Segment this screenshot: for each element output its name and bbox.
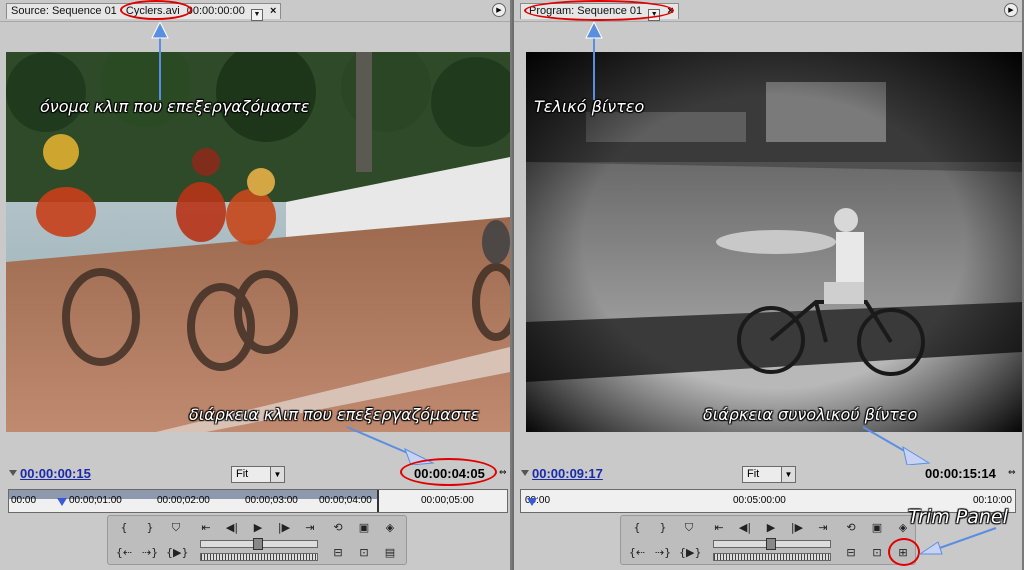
arrow-to-program-tab bbox=[585, 22, 603, 100]
export-frame-icon[interactable]: ▤ bbox=[380, 544, 400, 562]
loop-icon[interactable]: ⟲ bbox=[328, 519, 348, 537]
source-time-ruler[interactable]: 00:00 00:00;01:00 00:00;02:00 00:00;03:0… bbox=[8, 489, 508, 513]
clip-name-highlight bbox=[120, 0, 192, 20]
ruler-label: 00:10:00 bbox=[973, 495, 1012, 506]
set-marker-icon[interactable]: ⛉ bbox=[679, 519, 699, 537]
ruler-label: 00:00;04:00 bbox=[319, 495, 372, 506]
program-fit-value: Fit bbox=[747, 468, 760, 480]
source-duration: 00:00:04:05 bbox=[414, 466, 485, 481]
safe-margin-icon[interactable]: ⇔ bbox=[1008, 468, 1016, 478]
step-to-previous-marker-icon[interactable]: ⇤ bbox=[196, 519, 216, 537]
step-back-icon[interactable]: ◀| bbox=[222, 519, 242, 537]
source-tab-title: Source: Sequence 01 bbox=[11, 5, 117, 17]
step-to-next-edit-icon[interactable]: ⇥ bbox=[813, 519, 833, 537]
source-fit-select[interactable]: Fit ▼ bbox=[231, 466, 285, 483]
trim-panel-annotation: Trim Panel bbox=[908, 506, 1008, 528]
panel-menu-icon[interactable]: ▶ bbox=[1004, 3, 1018, 17]
set-out-point-icon[interactable]: } bbox=[653, 519, 673, 537]
step-back-icon[interactable]: ◀| bbox=[735, 519, 755, 537]
program-video-frame: Τελικό βίντεο διάρκεια συνολικού βίντεο bbox=[526, 52, 1022, 432]
step-forward-icon[interactable]: |▶ bbox=[787, 519, 807, 537]
out-point-marker bbox=[377, 490, 379, 512]
loop-icon[interactable]: ⟲ bbox=[841, 519, 861, 537]
panel-menu-icon[interactable]: ▶ bbox=[492, 3, 506, 17]
safe-margins-icon[interactable]: ▣ bbox=[354, 519, 374, 537]
ruler-label: 00:00;01:00 bbox=[69, 495, 122, 506]
ruler-label: 00:00;05:00 bbox=[421, 495, 474, 506]
safe-margins-icon[interactable]: ▣ bbox=[867, 519, 887, 537]
output-icon[interactable]: ◈ bbox=[380, 519, 400, 537]
shuttle-thumb[interactable] bbox=[766, 538, 776, 550]
ruler-label: 00:00;03:00 bbox=[245, 495, 298, 506]
go-to-out-icon[interactable]: ⇢} bbox=[653, 544, 673, 562]
current-time-marker-icon bbox=[521, 470, 529, 476]
go-to-in-icon[interactable]: {⇠ bbox=[114, 544, 134, 562]
source-current-time[interactable]: 00:00:00:15 bbox=[20, 466, 91, 481]
program-transport-controls: { } ⛉ {⇠ ⇢} {▶} ⇤ ◀| ▶ |▶ ⇥ ⟲ ▣ ◈ ⊟ ⊡ ⊞ bbox=[620, 515, 916, 565]
set-in-point-icon[interactable]: { bbox=[627, 519, 647, 537]
play-icon[interactable]: ▶ bbox=[761, 519, 781, 537]
trim-panel-highlight bbox=[888, 538, 920, 566]
shuttle-thumb[interactable] bbox=[253, 538, 263, 550]
current-time-marker-icon bbox=[9, 470, 17, 476]
program-playhead-icon[interactable] bbox=[527, 498, 537, 508]
program-duration: 00:00:15:14 bbox=[925, 466, 996, 481]
source-video-frame: όνομα κλιπ που επεξεργαζόμαστε διάρκεια … bbox=[6, 52, 510, 432]
insert-icon[interactable]: ⊟ bbox=[328, 544, 348, 562]
jog-wheel[interactable] bbox=[713, 553, 831, 561]
program-monitor-panel: Program: Sequence 01 ▼ × ▶ Τελικό βίντεο… bbox=[514, 0, 1024, 570]
go-to-out-icon[interactable]: ⇢} bbox=[140, 544, 160, 562]
set-in-point-icon[interactable]: { bbox=[114, 519, 134, 537]
lift-icon[interactable]: ⊟ bbox=[841, 544, 861, 562]
step-to-previous-edit-icon[interactable]: ⇤ bbox=[709, 519, 729, 537]
extract-icon[interactable]: ⊡ bbox=[867, 544, 887, 562]
safe-margin-icon[interactable]: ⇔ bbox=[499, 468, 507, 478]
chevron-down-icon[interactable]: ▼ bbox=[781, 467, 795, 482]
ruler-label: 00:00 bbox=[11, 495, 37, 506]
shuttle-slider[interactable] bbox=[200, 538, 318, 550]
arrow-to-trim-panel bbox=[918, 527, 997, 555]
play-in-to-out-icon[interactable]: {▶} bbox=[166, 544, 188, 562]
arrow-to-source-duration bbox=[346, 426, 435, 465]
source-tab-bar: Source: Sequence 01 Cyclers.avi 00:00:00… bbox=[0, 0, 510, 22]
play-in-to-out-icon[interactable]: {▶} bbox=[679, 544, 701, 562]
program-duration-annotation: διάρκεια συνολικού βίντεο bbox=[703, 405, 918, 424]
arrow-to-clip-name bbox=[151, 22, 169, 100]
source-duration-annotation: διάρκεια κλιπ που επεξεργαζόμαστε bbox=[189, 405, 480, 424]
jog-wheel[interactable] bbox=[200, 553, 318, 561]
step-forward-icon[interactable]: |▶ bbox=[274, 519, 294, 537]
source-monitor-panel: Source: Sequence 01 Cyclers.avi 00:00:00… bbox=[0, 0, 512, 570]
source-playhead-icon[interactable] bbox=[57, 498, 67, 508]
close-icon[interactable]: × bbox=[270, 4, 276, 19]
set-marker-icon[interactable]: ⛉ bbox=[166, 519, 186, 537]
program-tab-highlight bbox=[524, 0, 674, 21]
chevron-down-icon[interactable]: ▼ bbox=[270, 467, 284, 482]
source-clip-name-annotation: όνομα κλιπ που επεξεργαζόμαστε bbox=[40, 97, 310, 116]
play-icon[interactable]: ▶ bbox=[248, 519, 268, 537]
chevron-down-icon[interactable]: ▼ bbox=[250, 9, 263, 21]
program-current-time[interactable]: 00:00:09:17 bbox=[532, 466, 603, 481]
source-tab-time: 00:00:00:00 bbox=[186, 5, 245, 17]
program-fit-select[interactable]: Fit ▼ bbox=[742, 466, 796, 483]
ruler-label: 00:00;02:00 bbox=[157, 495, 210, 506]
go-to-in-icon[interactable]: {⇠ bbox=[627, 544, 647, 562]
arrow-to-program-duration bbox=[862, 426, 931, 465]
ruler-label: 00:05:00:00 bbox=[733, 495, 786, 506]
set-out-point-icon[interactable]: } bbox=[140, 519, 160, 537]
step-to-next-marker-icon[interactable]: ⇥ bbox=[300, 519, 320, 537]
source-transport-controls: { } ⛉ {⇠ ⇢} {▶} ⇤ ◀| ▶ |▶ ⇥ ⟲ ▣ ◈ ⊟ ⊡ ▤ bbox=[107, 515, 407, 565]
shuttle-slider[interactable] bbox=[713, 538, 831, 550]
overlay-icon[interactable]: ⊡ bbox=[354, 544, 374, 562]
source-fit-value: Fit bbox=[236, 468, 249, 480]
